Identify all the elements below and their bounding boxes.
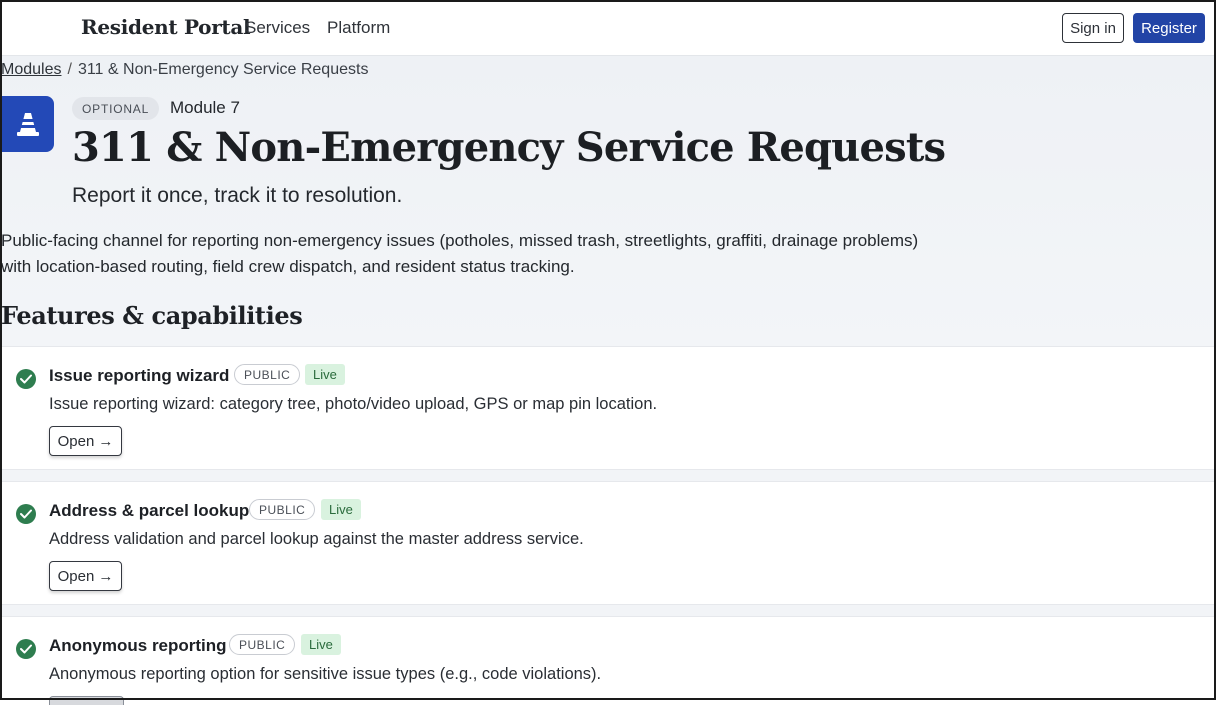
feature-description: Address validation and parcel lookup aga…	[49, 530, 584, 548]
traffic-cone-icon	[1, 96, 54, 152]
public-badge: PUBLIC	[234, 364, 301, 385]
arrow-right-icon: →	[98, 567, 114, 585]
public-badge: PUBLIC	[249, 499, 316, 520]
nav-link-platform[interactable]: Platform	[327, 18, 390, 38]
nav-link-services[interactable]: Services	[245, 18, 310, 38]
feature-description: Issue reporting wizard: category tree, p…	[49, 395, 658, 413]
feature-card: Issue reporting wizard PUBLIC Live Issue…	[0, 346, 1216, 470]
brand-logo[interactable]: Resident Portal	[81, 15, 251, 39]
features-heading: Features & capabilities	[1, 301, 303, 330]
public-badge: PUBLIC	[229, 634, 296, 655]
check-circle-icon	[16, 504, 36, 524]
breadcrumb-current: 311 & Non-Emergency Service Requests	[77, 61, 369, 78]
breadcrumb-modules-link[interactable]: Modules	[1, 61, 61, 78]
open-feature-button[interactable]: Open →	[49, 426, 122, 456]
card-divider	[0, 470, 1216, 481]
live-status-badge: Live	[305, 364, 345, 385]
feature-title: Issue reporting wizard	[49, 366, 230, 385]
register-button[interactable]: Register	[1133, 13, 1205, 43]
feature-title: Anonymous reporting	[49, 636, 227, 655]
breadcrumb-separator: /	[67, 61, 72, 78]
module-number: Module 7	[170, 98, 240, 117]
open-button-label: Open	[57, 432, 95, 450]
open-feature-button[interactable]	[49, 696, 124, 705]
live-status-badge: Live	[301, 634, 341, 655]
optional-badge: OPTIONAL	[72, 97, 160, 120]
top-navbar: Resident Portal Services Platform Sign i…	[0, 0, 1216, 56]
page-title: 311 & Non-Emergency Service Requests	[72, 124, 946, 171]
open-button-label: Open	[57, 567, 95, 585]
arrow-right-icon: →	[98, 432, 114, 450]
live-status-badge: Live	[321, 499, 361, 520]
feature-title: Address & parcel lookup	[49, 501, 250, 520]
check-circle-icon	[16, 639, 36, 659]
open-feature-button[interactable]: Open →	[49, 561, 122, 591]
module-tagline: Report it once, track it to resolution.	[72, 184, 403, 207]
feature-card: Anonymous reporting PUBLIC Live Anonymou…	[0, 616, 1216, 705]
breadcrumb: Modules / 311 & Non-Emergency Service Requ…	[1, 61, 368, 79]
check-circle-icon	[16, 369, 36, 389]
module-description: Public-facing channel for reporting non-…	[1, 231, 919, 276]
feature-card: Address & parcel lookup PUBLIC Live Addr…	[0, 481, 1216, 605]
card-divider	[0, 605, 1216, 616]
feature-description: Anonymous reporting option for sensitive…	[49, 665, 602, 683]
sign-in-button[interactable]: Sign in	[1062, 13, 1124, 43]
